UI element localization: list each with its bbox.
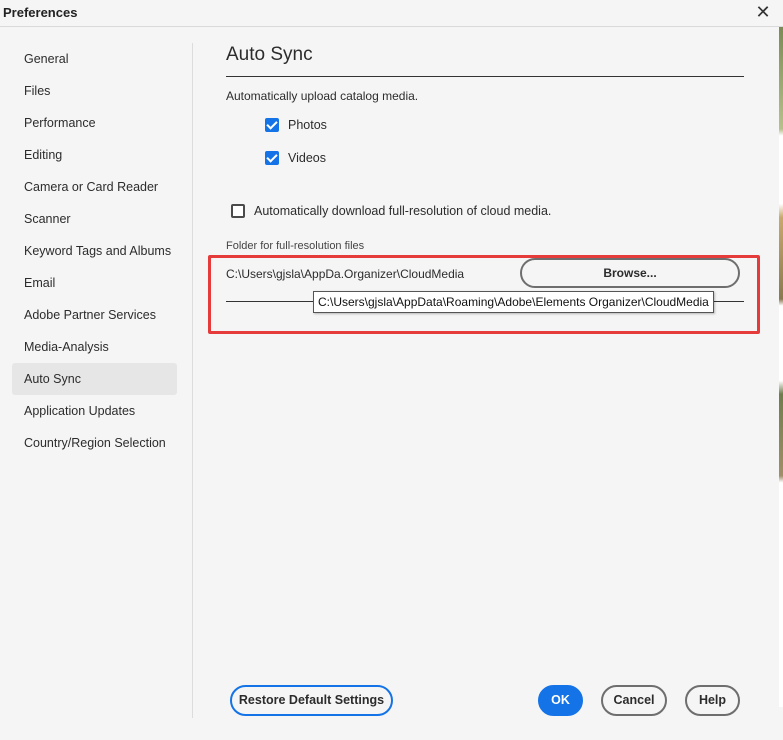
photos-option[interactable]: Photos: [265, 118, 327, 132]
sidebar-item-scanner[interactable]: Scanner: [12, 203, 177, 235]
sidebar-item-keyword-tags-and-albums[interactable]: Keyword Tags and Albums: [12, 235, 177, 267]
folder-label: Folder for full-resolution files: [226, 240, 365, 252]
title-rule: [226, 76, 744, 77]
sidebar-item-camera-or-card-reader[interactable]: Camera or Card Reader: [12, 171, 177, 203]
help-button[interactable]: Help: [685, 685, 740, 716]
sidebar-divider: [192, 43, 193, 718]
sidebar-item-performance[interactable]: Performance: [12, 107, 177, 139]
videos-label: Videos: [288, 151, 326, 165]
sidebar: General Files Performance Editing Camera…: [12, 43, 177, 459]
sidebar-item-media-analysis[interactable]: Media-Analysis: [12, 331, 177, 363]
download-label: Automatically download full-resolution o…: [254, 204, 552, 218]
background-photo-strip: [779, 27, 783, 707]
sidebar-item-application-updates[interactable]: Application Updates: [12, 395, 177, 427]
sidebar-item-files[interactable]: Files: [12, 75, 177, 107]
close-icon[interactable]: ✕: [753, 2, 773, 22]
sidebar-item-auto-sync[interactable]: Auto Sync: [12, 363, 177, 395]
cancel-button[interactable]: Cancel: [601, 685, 667, 716]
title-bar: Preferences ✕: [0, 0, 783, 26]
videos-option[interactable]: Videos: [265, 151, 326, 165]
page-title: Auto Sync: [226, 44, 313, 65]
highlight-box: [208, 255, 760, 334]
photos-label: Photos: [288, 118, 327, 132]
settings-panel: Auto Sync Automatically upload catalog m…: [226, 27, 746, 707]
sidebar-item-editing[interactable]: Editing: [12, 139, 177, 171]
photos-checkbox[interactable]: [265, 118, 279, 132]
sidebar-item-country-region-selection[interactable]: Country/Region Selection: [12, 427, 177, 459]
sidebar-item-general[interactable]: General: [12, 43, 177, 75]
sidebar-item-email[interactable]: Email: [12, 267, 177, 299]
sidebar-item-adobe-partner-services[interactable]: Adobe Partner Services: [12, 299, 177, 331]
ok-button[interactable]: OK: [538, 685, 583, 716]
download-checkbox[interactable]: [231, 204, 245, 218]
section-description: Automatically upload catalog media.: [226, 89, 419, 103]
restore-defaults-button[interactable]: Restore Default Settings: [230, 685, 393, 716]
download-option[interactable]: Automatically download full-resolution o…: [231, 204, 551, 218]
window-title: Preferences: [3, 5, 78, 20]
videos-checkbox[interactable]: [265, 151, 279, 165]
